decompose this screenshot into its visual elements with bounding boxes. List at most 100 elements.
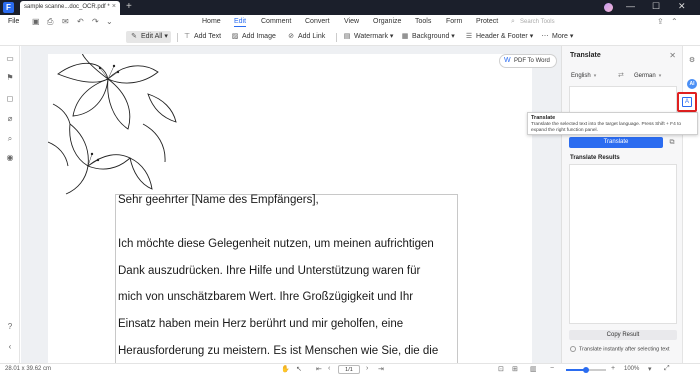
translate-panel-button[interactable]: A [677,92,697,112]
watermark-label: Watermark [354,33,388,40]
close-icon[interactable]: ✕ [669,51,676,60]
more-options-icon[interactable]: ⌄ [106,17,113,26]
search-icon[interactable]: ⌕ [5,134,15,144]
settings-icon[interactable]: ⚙ [687,56,697,66]
menu-file[interactable]: File [8,18,19,25]
zoom-out-icon[interactable]: − [550,365,554,372]
more-button[interactable]: ⋯ More ▾ [540,31,574,43]
status-bar: 28.01 x 39.62 cm ✋ ↖ ⇤ ‹ 1/1 › ⇥ ⊡ ⊞ ▥ −… [0,363,700,375]
edit-toolbar: ✎ Edit All ▾ ⊤ Add Text ▨ Add Image ⊘ Add Li… [0,29,700,46]
pdf-to-word-button[interactable]: W PDF To Word [499,54,557,68]
document-text-line[interactable]: Sehr geehrter [Name des Empfängers], [118,194,319,206]
translate-results-box[interactable] [569,164,677,324]
menu-tools[interactable]: Tools [415,18,431,25]
add-link-button[interactable]: ⊘ Add Link [286,31,325,43]
save-icon[interactable]: ▣ [32,17,40,26]
zoom-slider[interactable] [566,367,606,373]
header-footer-label: Header & Footer [476,33,528,40]
avatar[interactable] [604,3,613,12]
fit-page-icon[interactable]: ⊡ [498,365,504,373]
document-text-line[interactable]: Einsatz haben mein Herz berührt und mir … [118,318,403,330]
add-image-button[interactable]: ▨ Add Image [230,31,276,43]
menu-organize[interactable]: Organize [373,18,401,25]
word-icon: W [504,57,511,64]
copy-result-button[interactable]: Copy Result [569,330,677,340]
hand-tool-icon[interactable]: ✋ [281,365,290,373]
dropdown-arrow-icon: ▾ [449,33,455,40]
menu-comment[interactable]: Comment [261,18,291,25]
flower-illustration [48,54,177,195]
first-page-icon[interactable]: ⇤ [316,365,322,373]
email-icon[interactable]: ✉ [62,17,69,26]
translate-instantly-option[interactable]: Translate instantly after selecting text [570,346,670,352]
zoom-level[interactable]: 100% [624,366,639,372]
target-language-select[interactable]: German ▾ [634,71,661,81]
document-tab[interactable]: sample scanne...doc_OCR.pdf * × [20,1,120,15]
ai-assistant-icon[interactable]: AI [687,79,697,89]
close-window-icon[interactable]: ✕ [678,1,686,12]
cloud-upload-icon[interactable]: ⇪ [657,17,664,26]
translate-instantly-label: Translate instantly after selecting text [579,346,670,353]
document-text-line[interactable]: Herausforderung zu meistern. Es ist Mens… [118,345,438,357]
source-language-select[interactable]: English ▾ [571,71,596,81]
link-icon: ⊘ [288,33,294,40]
menu-view[interactable]: View [344,18,359,25]
add-text-button[interactable]: ⊤ Add Text [182,31,221,43]
document-text-line[interactable]: Ich möchte diese Gelegenheit nutzen, um … [118,238,434,250]
comments-icon[interactable]: ◻ [5,94,15,104]
image-icon: ▨ [231,33,239,40]
bookmark-icon[interactable]: ⚑ [5,73,15,83]
close-tab-icon[interactable]: × [112,3,116,10]
layers-icon[interactable]: ◉ [5,153,15,163]
dropdown-arrow-icon: ▾ [527,33,534,40]
zoom-slider-handle[interactable] [583,367,589,373]
more-label: More [552,33,568,40]
document-text-line[interactable]: Dank auszudrücken. Ihre Hilfe und Unters… [118,265,420,277]
new-tab-button[interactable]: + [126,1,132,12]
minimize-icon[interactable]: — [626,1,635,11]
pdf-page[interactable]: Sehr geehrter [Name des Empfängers], Ich… [48,54,532,363]
zoom-in-icon[interactable]: + [611,365,615,372]
menu-protect[interactable]: Protect [476,18,498,25]
maximize-icon[interactable]: ☐ [652,1,660,12]
translate-button[interactable]: Translate [569,137,663,148]
background-button[interactable]: ▦ Background ▾ [400,31,455,43]
select-tool-icon[interactable]: ↖ [296,365,302,373]
menu-convert[interactable]: Convert [305,18,330,25]
app-logo-icon[interactable]: F [3,2,14,13]
print-icon[interactable]: ⎙ [47,17,53,27]
menu-home[interactable]: Home [202,18,221,25]
menu-edit[interactable]: Edit [234,18,247,27]
swap-languages-icon[interactable]: ⇄ [618,71,624,79]
page-number-input[interactable]: 1/1 [338,365,360,374]
previous-page-icon[interactable]: ‹ [328,365,330,372]
title-bar: F sample scanne...doc_OCR.pdf * × + — ☐ … [0,0,700,15]
undo-icon[interactable]: ↶ [77,17,84,26]
next-page-icon[interactable]: › [366,365,368,372]
redo-icon[interactable]: ↷ [92,17,99,26]
header-footer-button[interactable]: ☰ Header & Footer ▾ [464,31,533,43]
last-page-icon[interactable]: ⇥ [378,365,384,373]
background-icon: ▦ [401,33,409,40]
text-box-outline[interactable] [115,194,458,363]
help-icon[interactable]: ? [5,322,15,332]
thumbnails-icon[interactable]: ▭ [5,54,15,64]
watermark-button[interactable]: ▤ Watermark ▾ [342,31,394,43]
zoom-dropdown-icon[interactable]: ▾ [648,365,652,373]
collapse-sidebar-icon[interactable]: ‹ [5,342,15,352]
attachment-icon[interactable]: ⌀ [5,114,15,124]
copy-icon[interactable]: ⧉ [667,137,677,148]
expand-icon[interactable]: ⌃ [671,17,678,26]
document-viewport[interactable]: Sehr geehrter [Name des Empfängers], Ich… [21,46,561,363]
tooltip-body: Translate the selected text into the tar… [531,122,682,133]
search-tools-input[interactable]: ⌕ Search Tools [510,17,562,27]
edit-all-label: Edit All [141,33,163,40]
full-screen-icon[interactable]: ⤢ [664,365,670,373]
translate-instantly-checkbox[interactable] [570,346,576,352]
fit-width-icon[interactable]: ⊞ [512,365,518,373]
menu-form[interactable]: Form [446,18,462,25]
source-language-value: English [571,73,591,79]
page-layout-icon[interactable]: ▥ [530,365,537,373]
document-text-line[interactable]: mich von unschätzbarem Wert. Ihre Großzü… [118,291,413,303]
edit-all-button[interactable]: ✎ Edit All ▾ [126,31,171,43]
